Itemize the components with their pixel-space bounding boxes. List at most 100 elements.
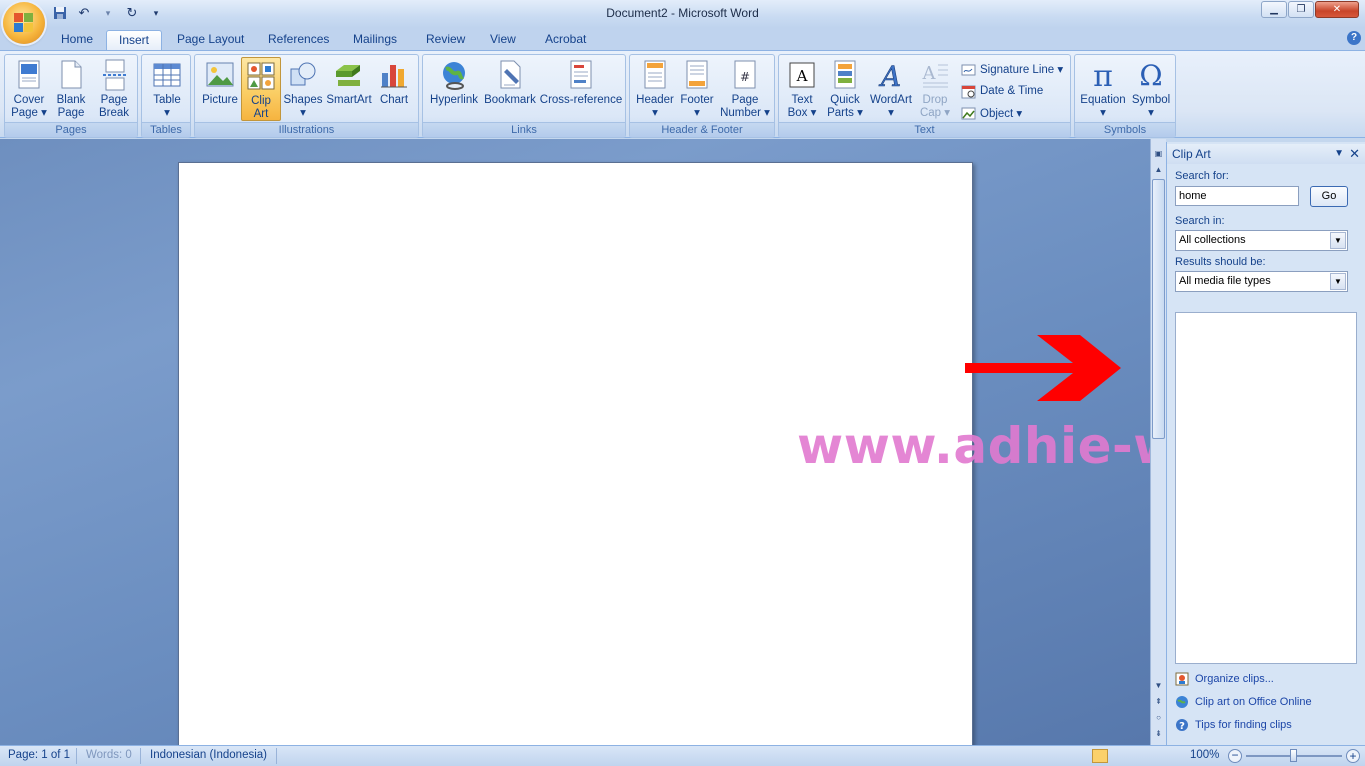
group-links: Hyperlink Bookmark Cross-reference Links xyxy=(422,54,626,138)
office-online-icon xyxy=(1176,696,1188,708)
window-controls: ▁ ❐ ✕ xyxy=(1261,1,1359,18)
symbol-button[interactable]: Ω Symbol ▾ xyxy=(1129,57,1173,121)
calendar-icon xyxy=(961,85,976,98)
red-arrow-annotation xyxy=(965,335,1121,401)
clip-art-button[interactable]: Clip Art xyxy=(241,57,281,121)
page-break-icon xyxy=(99,59,129,91)
tab-home[interactable]: Home xyxy=(49,30,105,50)
clip-art-pane: Clip Art ▼ ✕ Search for: home Go Search … xyxy=(1166,142,1365,745)
document-area: www.adhie-w4lk.top xyxy=(0,139,1150,745)
page-number-button[interactable]: # Page Number ▾ xyxy=(718,57,772,121)
results-list[interactable] xyxy=(1175,312,1357,664)
draft-view-icon[interactable] xyxy=(1164,749,1180,763)
clip-art-online-link[interactable]: Clip art on Office Online xyxy=(1175,695,1312,709)
blank-page-button[interactable]: Blank Page xyxy=(51,57,91,121)
language-indicator[interactable]: Indonesian (Indonesia) xyxy=(150,749,267,761)
group-label-text: Text xyxy=(779,122,1070,137)
cross-reference-button[interactable]: Cross-reference xyxy=(539,57,623,121)
group-label-links: Links xyxy=(423,122,625,137)
tab-view[interactable]: View xyxy=(478,30,528,50)
quick-parts-button[interactable]: Quick Parts ▾ xyxy=(823,57,867,121)
date-time-button[interactable]: Date & Time xyxy=(961,81,1043,101)
group-label-header-footer: Header & Footer xyxy=(630,122,774,137)
select-browse-object-icon[interactable]: ○ xyxy=(1152,711,1165,725)
tab-review[interactable]: Review xyxy=(414,30,477,50)
chevron-down-icon[interactable]: ▼ xyxy=(1330,273,1346,290)
pi-icon: π xyxy=(1088,59,1118,94)
chevron-down-icon[interactable]: ▼ xyxy=(1330,232,1346,249)
close-button[interactable]: ✕ xyxy=(1315,1,1359,18)
office-button[interactable] xyxy=(3,2,45,44)
search-input[interactable]: home xyxy=(1175,186,1299,206)
organize-clips-icon xyxy=(1175,672,1189,686)
zoom-slider-thumb[interactable] xyxy=(1290,749,1297,762)
group-label-pages: Pages xyxy=(5,122,137,137)
next-page-icon[interactable]: ⇟ xyxy=(1152,727,1165,741)
smartart-button[interactable]: SmartArt xyxy=(325,57,373,121)
group-text: A Text Box ▾ Quick Parts ▾ A WordArt ▾ A… xyxy=(778,54,1071,138)
drop-cap-button[interactable]: A Drop Cap ▾ xyxy=(915,57,955,121)
group-tables: Table ▾ Tables xyxy=(141,54,191,138)
shapes-button[interactable]: Shapes ▾ xyxy=(281,57,325,121)
title-bar: ↶ ▾ ↻ ▾ Document2 - Microsoft Word ▁ ❐ ✕ xyxy=(0,0,1365,28)
go-button[interactable]: Go xyxy=(1310,186,1348,207)
search-in-select[interactable]: All collections ▼ xyxy=(1175,230,1348,251)
wordart-button[interactable]: A WordArt ▾ xyxy=(867,57,915,121)
chart-button[interactable]: Chart xyxy=(373,57,415,121)
outline-view-icon[interactable] xyxy=(1146,749,1162,763)
page-break-button[interactable]: Page Break xyxy=(93,57,135,121)
smartart-icon xyxy=(334,59,364,91)
tab-page-layout[interactable]: Page Layout xyxy=(165,30,256,50)
hyperlink-button[interactable]: Hyperlink xyxy=(426,57,482,121)
group-header-footer: Header ▾ Footer ▾ # Page Number ▾ Header… xyxy=(629,54,775,138)
status-bar: Page: 1 of 1 Words: 0 Indonesian (Indone… xyxy=(0,745,1365,766)
svg-text:π: π xyxy=(1093,59,1113,91)
page-count[interactable]: Page: 1 of 1 xyxy=(8,749,70,761)
ruler-toggle-icon[interactable]: ▣ xyxy=(1152,147,1165,161)
web-layout-view-icon[interactable] xyxy=(1128,749,1144,763)
object-button[interactable]: Object ▾ xyxy=(961,103,1022,123)
header-icon xyxy=(640,59,670,91)
pane-title-bar: Clip Art ▼ ✕ xyxy=(1167,144,1365,164)
tips-finding-clips-link[interactable]: ? Tips for finding clips xyxy=(1175,718,1292,732)
footer-button[interactable]: Footer ▾ xyxy=(676,57,718,121)
svg-text:Ω: Ω xyxy=(1139,59,1162,91)
minimize-button[interactable]: ▁ xyxy=(1261,1,1287,18)
word-count[interactable]: Words: 0 xyxy=(86,749,132,761)
cover-page-button[interactable]: Cover Page ▾ xyxy=(7,57,51,121)
pane-close-icon[interactable]: ✕ xyxy=(1349,144,1360,164)
vertical-scrollbar[interactable]: ▣ ▲ ▼ ⇞ ○ ⇟ xyxy=(1150,139,1166,745)
office-logo-icon xyxy=(14,13,34,33)
tab-acrobat[interactable]: Acrobat xyxy=(533,30,598,50)
scroll-down-arrow-icon[interactable]: ▼ xyxy=(1152,679,1165,693)
zoom-in-icon[interactable]: + xyxy=(1346,749,1360,763)
help-icon[interactable]: ? xyxy=(1347,31,1361,45)
bookmark-button[interactable]: Bookmark xyxy=(481,57,539,121)
zoom-out-icon[interactable]: − xyxy=(1228,749,1242,763)
full-screen-reading-view-icon[interactable] xyxy=(1110,749,1126,763)
results-type-select[interactable]: All media file types ▼ xyxy=(1175,271,1348,292)
text-box-icon: A xyxy=(787,59,817,91)
header-button[interactable]: Header ▾ xyxy=(633,57,677,121)
tab-insert[interactable]: Insert xyxy=(106,30,163,50)
scroll-up-arrow-icon[interactable]: ▲ xyxy=(1152,163,1165,177)
organize-clips-link[interactable]: Organize clips... xyxy=(1175,672,1274,686)
equation-button[interactable]: π Equation ▾ xyxy=(1077,57,1129,121)
signature-line-button[interactable]: Signature Line ▾ xyxy=(961,59,1063,79)
picture-icon xyxy=(205,59,235,91)
scrollbar-thumb[interactable] xyxy=(1152,179,1165,439)
picture-button[interactable]: Picture xyxy=(199,57,241,121)
text-box-button[interactable]: A Text Box ▾ xyxy=(782,57,822,121)
cover-page-icon xyxy=(14,59,44,91)
table-button[interactable]: Table ▾ xyxy=(145,57,189,121)
tab-references[interactable]: References xyxy=(256,30,341,50)
zoom-level[interactable]: 100% xyxy=(1190,749,1219,761)
restore-button[interactable]: ❐ xyxy=(1288,1,1314,18)
pane-options-dropdown-icon[interactable]: ▼ xyxy=(1334,144,1344,164)
svg-text:#: # xyxy=(740,70,750,84)
previous-page-icon[interactable]: ⇞ xyxy=(1152,695,1165,709)
tab-mailings[interactable]: Mailings xyxy=(341,30,409,50)
search-in-label: Search in: xyxy=(1175,215,1225,227)
svg-text:A: A xyxy=(922,63,937,84)
print-layout-view-icon[interactable] xyxy=(1092,749,1108,763)
